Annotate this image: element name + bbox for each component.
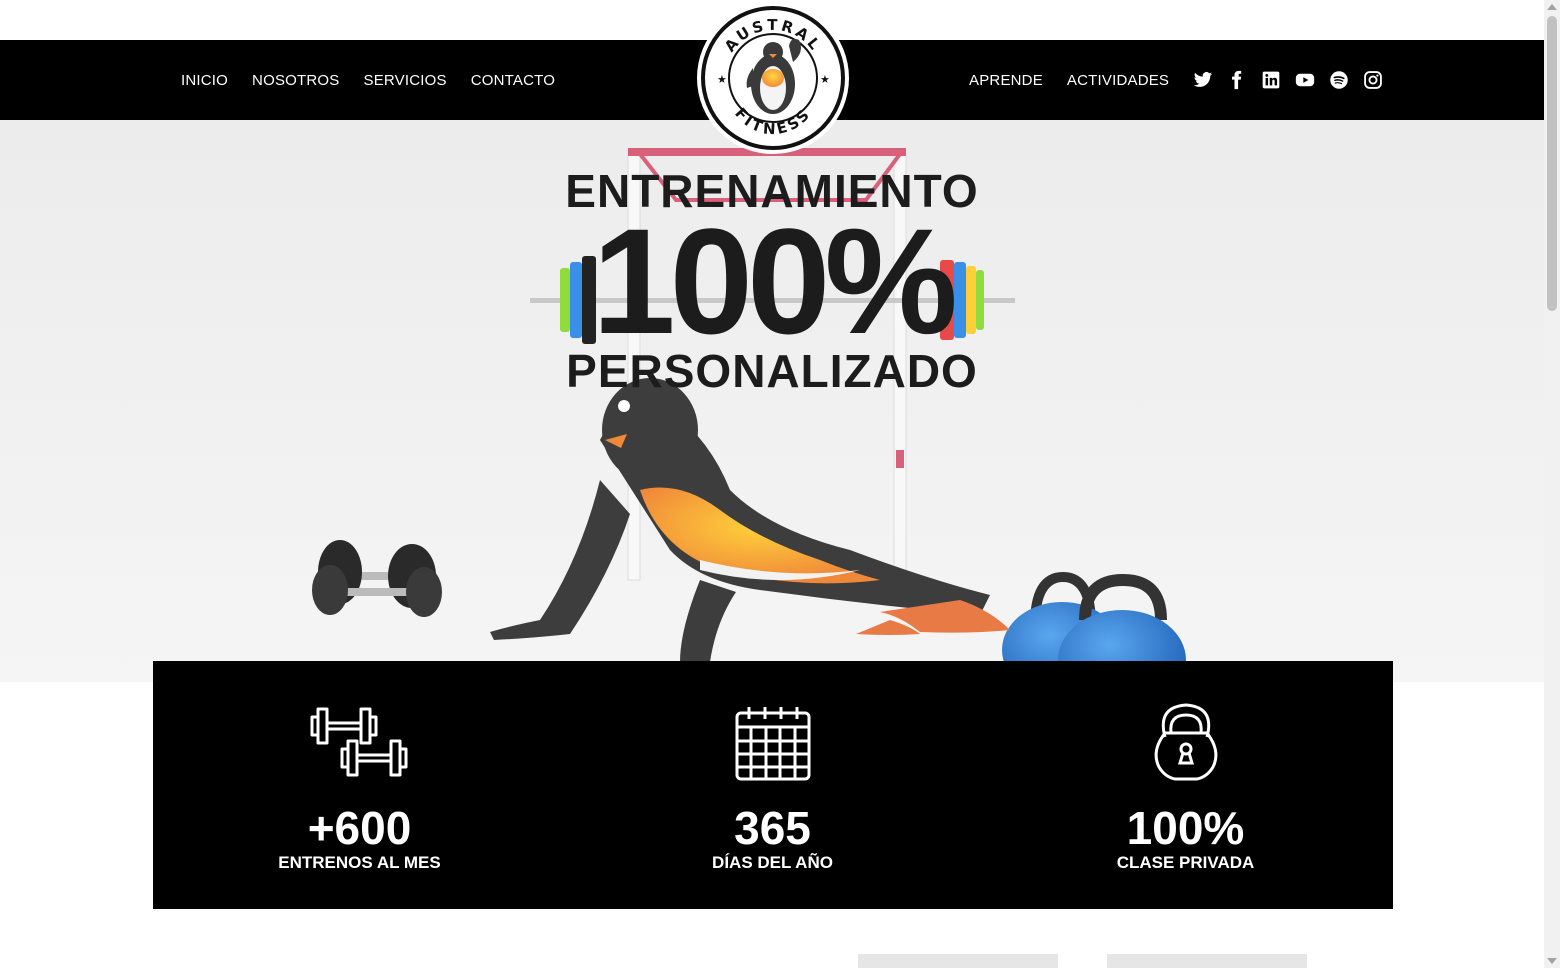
nav-nosotros[interactable]: NOSOTROS xyxy=(252,72,339,89)
stat-label-entrenos: ENTRENOS AL MES xyxy=(278,853,441,872)
youtube-icon[interactable] xyxy=(1295,70,1315,90)
stats-panel: +600 ENTRENOS AL MES 365 DÍAS DEL AÑO 10… xyxy=(153,661,1393,909)
stat-entrenos: +600 ENTRENOS AL MES xyxy=(153,661,566,909)
nav-left: INICIO NOSOTROS SERVICIOS CONTACTO xyxy=(181,40,555,120)
svg-text:★: ★ xyxy=(717,73,727,86)
nav-contacto[interactable]: CONTACTO xyxy=(471,72,555,89)
content-card-1[interactable] xyxy=(858,954,1058,968)
nav-aprende[interactable]: APRENDE xyxy=(969,72,1043,89)
nav-right: APRENDE ACTIVIDADES xyxy=(969,40,1383,120)
scroll-up-arrow[interactable] xyxy=(1547,4,1557,10)
twitter-icon[interactable] xyxy=(1193,70,1213,90)
dumbbells-icon xyxy=(310,703,410,788)
calendar-icon xyxy=(733,703,813,788)
nav-inicio[interactable]: INICIO xyxy=(181,72,228,89)
stat-value-entrenos: +600 xyxy=(307,802,412,854)
stat-clase: 100% CLASE PRIVADA xyxy=(979,661,1392,909)
stat-label-dias: DÍAS DEL AÑO xyxy=(712,853,833,872)
facebook-icon[interactable] xyxy=(1227,70,1247,90)
scroll-thumb[interactable] xyxy=(1547,16,1557,311)
page-scrollbar[interactable] xyxy=(1544,0,1560,968)
stat-value-clase: 100% xyxy=(1126,802,1245,854)
kettlebell-icon xyxy=(1151,703,1221,788)
linkedin-icon[interactable] xyxy=(1261,70,1281,90)
scroll-down-arrow[interactable] xyxy=(1547,958,1557,964)
stat-label-clase: CLASE PRIVADA xyxy=(1116,853,1255,872)
hero-banner: ENTRENAMIENTO 100% PERSONALIZADO xyxy=(0,120,1544,682)
nav-servicios[interactable]: SERVICIOS xyxy=(364,72,447,89)
stat-value-dias: 365 xyxy=(734,802,811,854)
hero-title-line2: 100% xyxy=(592,197,958,365)
svg-text:★: ★ xyxy=(820,73,830,86)
spotify-icon[interactable] xyxy=(1329,70,1349,90)
content-card-2[interactable] xyxy=(1107,954,1307,968)
austral-fitness-logo[interactable]: AUSTRAL FITNESS ★ ★ xyxy=(697,2,849,154)
nav-actividades[interactable]: ACTIVIDADES xyxy=(1067,72,1169,89)
instagram-icon[interactable] xyxy=(1363,70,1383,90)
hero-title-line3: PERSONALIZADO xyxy=(566,345,978,397)
stat-dias: 365 DÍAS DEL AÑO xyxy=(566,661,979,909)
social-links xyxy=(1193,70,1383,90)
